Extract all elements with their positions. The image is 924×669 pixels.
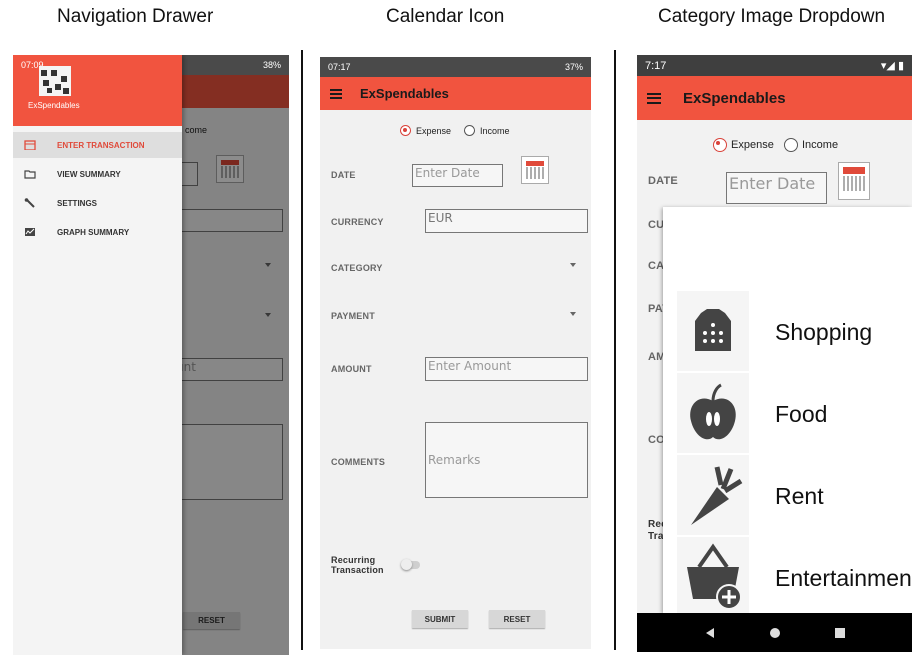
phone-category-dropdown: 7:17 ▾◢ ▮ ExSpendables Expense Income DA…	[637, 55, 912, 652]
income-radio[interactable]	[784, 138, 798, 152]
status-icons: ▾◢ ▮	[880, 60, 904, 72]
entertainment-image	[677, 537, 749, 617]
income-label: Income	[480, 126, 510, 136]
date-label: DATE	[331, 170, 356, 180]
back-icon[interactable]	[704, 627, 716, 639]
drawer-item-label: VIEW SUMMARY	[57, 169, 121, 179]
rent-image	[677, 455, 749, 535]
status-bar: 07:17 37%	[320, 57, 591, 77]
caption-category-dropdown: Category Image Dropdown	[658, 6, 886, 27]
date-input[interactable]: Enter Date	[726, 172, 827, 204]
caption-calendar-icon: Calendar Icon	[386, 6, 505, 27]
category-label: CATEGORY	[331, 263, 383, 273]
amount-label: AMOUNT	[331, 364, 372, 374]
carrot-icon	[691, 466, 743, 525]
expense-label: Expense	[731, 139, 774, 151]
category-option-label: Food	[775, 401, 828, 427]
app-title: ExSpendables	[360, 86, 449, 101]
drawer-item-graph-summary[interactable]: GRAPH SUMMARY	[13, 219, 182, 245]
home-icon[interactable]	[769, 627, 781, 639]
navigation-drawer: 07:09 ExSpendables ENTER TRANSACTION VIE…	[13, 55, 182, 655]
payment-dropdown-arrow[interactable]	[570, 312, 576, 316]
category-option-entertainment[interactable]: Entertainment	[677, 537, 912, 617]
recents-icon[interactable]	[834, 627, 846, 639]
category-dropdown-arrow[interactable]	[570, 263, 576, 267]
drawer-header: 07:09 ExSpendables	[13, 55, 182, 126]
calendar-icon[interactable]	[838, 162, 870, 200]
drawer-item-label: GRAPH SUMMARY	[57, 227, 130, 237]
expense-label: Expense	[416, 126, 452, 136]
app-logo-icon	[39, 66, 71, 96]
app-title: ExSpendables	[683, 89, 786, 107]
comments-label: COMMENTS	[331, 457, 386, 467]
currency-label: CURRENCY	[331, 217, 384, 227]
drawer-item-label: ENTER TRANSACTION	[57, 140, 145, 150]
graph-icon	[25, 228, 35, 236]
category-option-shopping[interactable]: Shopping	[677, 291, 912, 371]
drawer-scrim[interactable]	[182, 75, 289, 655]
toolbar: ExSpendables	[320, 77, 591, 110]
status-battery: 38%	[262, 60, 281, 70]
amount-input[interactable]: Enter Amount	[425, 357, 588, 381]
category-option-food[interactable]: Food	[677, 373, 912, 453]
reset-button[interactable]: RESET	[489, 610, 545, 628]
drawer-item-view-summary[interactable]: VIEW SUMMARY	[13, 161, 182, 187]
category-option-label: Shopping	[775, 319, 873, 345]
income-label: Income	[802, 139, 839, 151]
apple-icon	[690, 383, 736, 440]
recurring-toggle[interactable]	[401, 559, 420, 570]
jacket-icon	[695, 309, 731, 351]
recurring-label-peek-2: Tra	[648, 531, 664, 542]
menu-icon[interactable]	[647, 92, 661, 104]
date-input[interactable]: Enter Date	[412, 164, 503, 187]
system-navigation-bar	[637, 613, 912, 652]
comments-placeholder: Remarks	[428, 453, 481, 467]
status-time: 07:17	[328, 62, 351, 72]
drawer-item-settings[interactable]: SETTINGS	[13, 190, 182, 216]
category-option-label: Entertainment	[775, 565, 912, 591]
toolbar: ExSpendables	[637, 76, 912, 120]
payment-label: PAYMENT	[331, 311, 375, 321]
recurring-label: Recurring Transaction	[331, 555, 384, 575]
drawer-item-label: SETTINGS	[57, 198, 98, 208]
caption-navigation-drawer: Navigation Drawer	[57, 6, 214, 27]
calendar-small-icon	[24, 140, 36, 150]
phone-navigation-drawer: 07:09 38% come unt RESET 07:09 ExSpendab…	[13, 55, 289, 655]
category-option-label: Rent	[775, 483, 824, 509]
drawer-item-enter-transaction[interactable]: ENTER TRANSACTION	[13, 132, 182, 158]
basket-add-icon	[687, 543, 742, 610]
folder-icon	[24, 170, 36, 179]
comments-input[interactable]: Remarks	[425, 422, 588, 498]
status-bar: 7:17 ▾◢ ▮	[637, 55, 912, 76]
phone-calendar: 07:17 37% ExSpendables Expense Income DA…	[320, 57, 591, 649]
menu-icon[interactable]	[330, 88, 342, 99]
shopping-image	[677, 291, 749, 371]
status-time: 7:17	[645, 59, 667, 72]
income-radio[interactable]	[464, 125, 475, 136]
date-label: DATE	[648, 175, 678, 187]
expense-radio[interactable]	[713, 138, 727, 152]
separator-2	[614, 50, 616, 650]
expense-radio[interactable]	[400, 125, 411, 136]
drawer-title: ExSpendables	[28, 101, 80, 110]
wrench-icon	[24, 198, 35, 208]
currency-input[interactable]: EUR	[425, 209, 588, 233]
submit-button[interactable]: SUBMIT	[412, 610, 468, 628]
category-option-rent[interactable]: Rent	[677, 455, 912, 535]
calendar-icon[interactable]	[521, 156, 549, 184]
category-dropdown-popup: Shopping Food Rent Entertainment	[663, 207, 912, 617]
separator-1	[301, 50, 303, 650]
food-image	[677, 373, 749, 453]
status-battery: 37%	[564, 62, 583, 72]
